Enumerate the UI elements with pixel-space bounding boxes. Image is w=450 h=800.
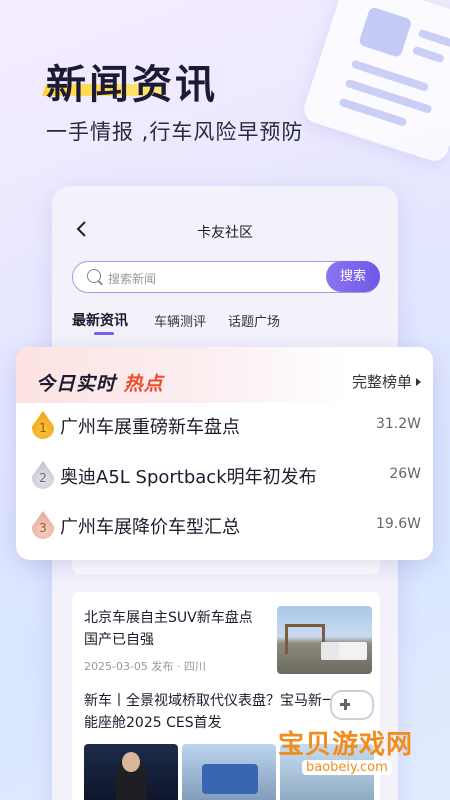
hot-topic-title: 广州车展降价车型汇总: [60, 517, 240, 538]
search-input[interactable]: 搜索新闻: [108, 270, 156, 287]
hot-topics-card: 今日实时 热点 完整榜单 1 广州车展重磅新车盘点 31.2W 2 奥迪A5L …: [16, 347, 433, 560]
search-icon: [87, 269, 101, 283]
rank-badge-silver: 2: [32, 461, 54, 489]
hot-topic-item[interactable]: 3 广州车展降价车型汇总 19.6W: [16, 505, 433, 545]
hot-topic-count: 26W: [389, 466, 421, 482]
news-document-decoration: [300, 0, 450, 165]
hot-topic-count: 31.2W: [375, 416, 421, 432]
news-meta: 2025-03-05 发布 · 四川: [84, 660, 206, 673]
news-title[interactable]: 北京车展自主SUV新车盘点 国产已自强: [84, 607, 268, 651]
hero-subtitle: 一手情报 ,行车风险早预防: [46, 120, 304, 144]
tab-active-indicator: [94, 332, 114, 335]
hot-topic-item[interactable]: 1 广州车展重磅新车盘点 31.2W: [16, 405, 433, 445]
full-ranking-link[interactable]: 完整榜单: [352, 371, 421, 392]
hot-topic-item[interactable]: 2 奥迪A5L Sportback明年初发布 26W: [16, 455, 433, 495]
hot-topic-title: 广州车展重磅新车盘点: [60, 417, 240, 438]
nav-bar: 卡友社区: [52, 214, 398, 246]
hot-topic-title: 奥迪A5L Sportback明年初发布: [60, 467, 317, 488]
hot-topics-title: 今日实时 热点: [36, 373, 164, 395]
search-button[interactable]: 搜索: [326, 261, 380, 292]
nav-title: 卡友社区: [197, 225, 253, 241]
watermark-logo: 宝贝游戏网 baobeiy.com: [278, 690, 450, 790]
news-thumbnail[interactable]: [182, 744, 276, 800]
rank-badge-bronze: 3: [32, 511, 54, 539]
rank-badge-gold: 1: [32, 411, 54, 439]
news-thumbnail[interactable]: [277, 606, 372, 674]
tab-topic-square[interactable]: 话题广场: [228, 311, 280, 330]
watermark-text: 宝贝游戏网: [278, 730, 414, 760]
triangle-right-icon: [416, 378, 421, 386]
search-bar[interactable]: 搜索新闻 搜索: [72, 261, 380, 293]
hot-topics-header: 今日实时 热点 完整榜单: [16, 347, 433, 403]
hot-topic-count: 19.6W: [375, 516, 421, 532]
watermark-url: baobeiy.com: [302, 760, 392, 775]
tab-latest-news[interactable]: 最新资讯: [72, 310, 128, 330]
news-thumbnail[interactable]: [84, 744, 178, 800]
hero-title: 新闻资讯: [41, 52, 218, 110]
gamepad-icon: [330, 690, 374, 720]
tab-vehicle-review[interactable]: 车辆测评: [154, 311, 206, 330]
